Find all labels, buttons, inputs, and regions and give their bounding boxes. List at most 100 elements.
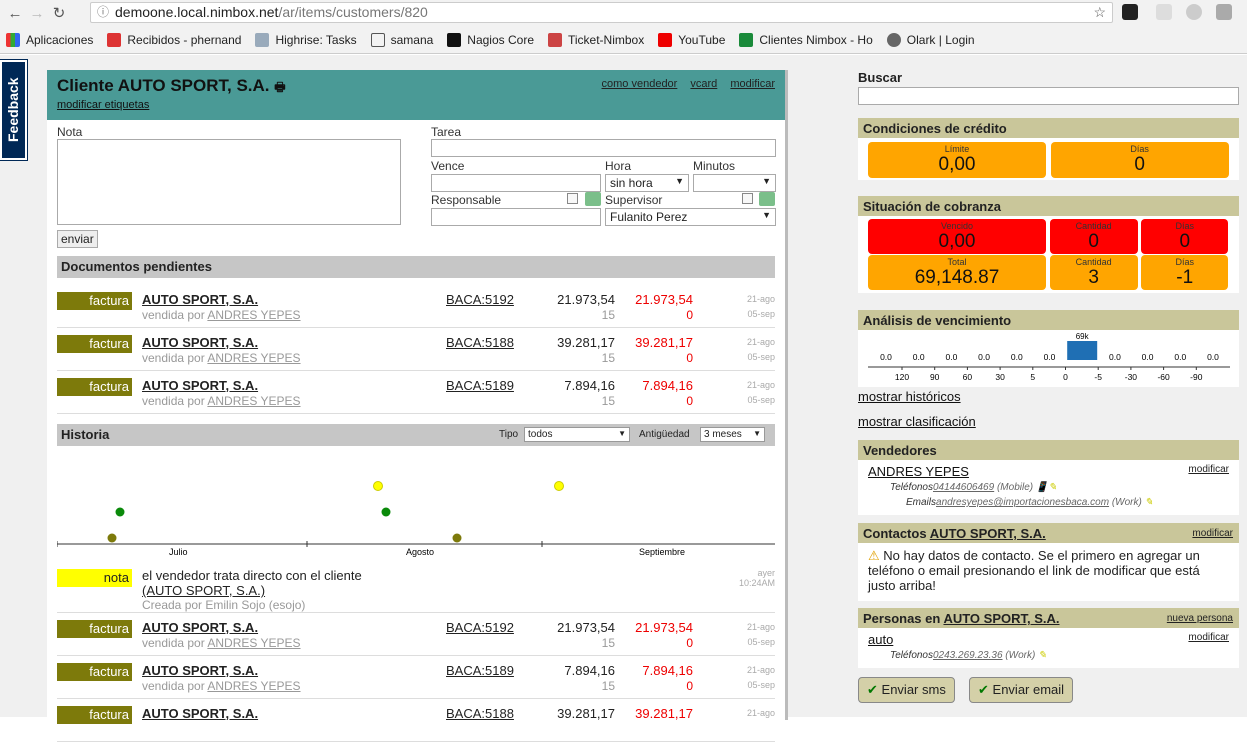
overdue-days: 0 (686, 394, 693, 408)
timeline-dot[interactable] (107, 533, 117, 543)
send-sms-button[interactable]: ✔ Enviar sms (858, 677, 955, 703)
minutes-select[interactable]: ▼ (693, 174, 776, 192)
task-input[interactable] (431, 139, 776, 157)
search-input[interactable] (858, 87, 1239, 105)
seller-link[interactable]: ANDRES YEPES (207, 636, 300, 650)
contacts-icon[interactable] (759, 192, 775, 206)
responsible-checkbox[interactable] (567, 193, 578, 204)
due-date: 05-sep (747, 637, 775, 647)
vcard-link[interactable]: vcard (690, 78, 717, 90)
customer-link[interactable]: AUTO SPORT, S.A. (142, 335, 258, 350)
document-link[interactable]: BACA:5192 (446, 620, 514, 635)
timeline-dot[interactable] (452, 533, 462, 543)
send-email-button[interactable]: ✔ Enviar email (969, 677, 1074, 703)
bookmark-clientes[interactable]: Clientes Nimbox - Ho (739, 32, 873, 47)
bookmark-gmail[interactable]: Recibidos - phernand (107, 32, 241, 47)
customer-link[interactable]: AUTO SPORT, S.A. (142, 378, 258, 393)
show-classification-link[interactable]: mostrar clasificación (858, 414, 976, 429)
aging-bar[interactable] (1067, 341, 1098, 360)
note-customer-link[interactable]: (AUTO SPORT, S.A.) (142, 583, 265, 598)
document-row[interactable]: factura AUTO SPORT, S.A. vendida por AND… (57, 285, 775, 328)
document-link[interactable]: BACA:5192 (446, 292, 514, 307)
document-row[interactable]: factura AUTO SPORT, S.A. vendida por AND… (57, 613, 775, 656)
customer-panel: Cliente AUTO SPORT, S.A. 🖶 modificar eti… (47, 70, 788, 742)
supervisor-select[interactable]: Fulanito Perez ▼ (605, 208, 776, 226)
as-seller-link[interactable]: como vendedor (602, 78, 678, 90)
print-icon[interactable]: 🖶 (274, 80, 285, 94)
customer-link[interactable]: AUTO SPORT, S.A. (142, 706, 258, 721)
seller-link[interactable]: ANDRES YEPES (207, 679, 300, 693)
timeline-dot[interactable] (381, 507, 391, 517)
bookmark-ticket[interactable]: Ticket-Nimbox (548, 32, 644, 47)
aging-tick: 90 (930, 372, 940, 382)
contacts-modify-link[interactable]: modificar (1192, 528, 1233, 539)
persons-customer-link[interactable]: AUTO SPORT, S.A. (943, 611, 1059, 626)
bookmark-samana[interactable]: samana (370, 32, 433, 47)
feedback-tab[interactable]: Feedback (0, 59, 28, 161)
seller-link[interactable]: ANDRES YEPES (207, 394, 300, 408)
timeline-dot[interactable] (373, 481, 383, 491)
edit-icon[interactable]: ✎ (1048, 482, 1056, 493)
persons-title: Personas en AUTO SPORT, S.A. nueva person… (858, 608, 1239, 628)
sheets-icon (739, 32, 754, 47)
aging-tick: 30 (995, 372, 1005, 382)
reload-icon[interactable]: ↻ (48, 4, 70, 22)
new-person-link[interactable]: nueva persona (1167, 613, 1233, 624)
seller-name-link[interactable]: ANDRES YEPES (868, 464, 969, 479)
customer-link[interactable]: AUTO SPORT, S.A. (142, 663, 258, 678)
info-icon[interactable]: ⓘ (97, 3, 109, 22)
forward-icon[interactable]: → (26, 5, 48, 22)
document-row[interactable]: factura AUTO SPORT, S.A. vendida por AND… (57, 328, 775, 371)
document-link[interactable]: BACA:5188 (446, 335, 514, 350)
seller-info: vendida por ANDRES YEPES (142, 351, 301, 365)
hour-label: Hora (605, 159, 632, 173)
skype-icon[interactable] (1186, 4, 1202, 20)
responsible-input[interactable] (431, 208, 601, 226)
extension-icon-2[interactable] (1156, 4, 1172, 20)
seller-modify-link[interactable]: modificar (1188, 464, 1229, 475)
supervisor-checkbox[interactable] (742, 193, 753, 204)
send-button[interactable]: enviar (57, 230, 98, 248)
back-icon[interactable]: ← (4, 5, 26, 22)
sellers-section: Vendedores ANDRES YEPES modificar Teléfo… (858, 440, 1239, 515)
issue-date: 21-ago (746, 665, 775, 675)
note-text: el vendedor trata directo con el cliente (142, 568, 362, 583)
bookmark-highrise[interactable]: Highrise: Tasks (255, 32, 357, 47)
edit-icon[interactable]: ✎ (1145, 497, 1153, 508)
balance: 7.894,16 (642, 663, 693, 678)
timeline-dot[interactable] (115, 507, 125, 517)
contacts-icon[interactable] (585, 192, 601, 206)
bookmark-nagios[interactable]: Nagios Core (447, 32, 534, 47)
customer-link[interactable]: AUTO SPORT, S.A. (142, 292, 258, 307)
document-row[interactable]: factura AUTO SPORT, S.A. vendida por AND… (57, 656, 775, 699)
document-link[interactable]: BACA:5189 (446, 378, 514, 393)
document-row[interactable]: factura AUTO SPORT, S.A. BACA:5188 39.28… (57, 699, 775, 742)
address-bar[interactable]: ⓘ demoone.local.nimbox.net/ar/items/cust… (90, 2, 1113, 23)
edit-tags-link[interactable]: modificar etiquetas (57, 99, 775, 111)
type-select[interactable]: todos ▼ (524, 427, 630, 442)
document-row[interactable]: factura AUTO SPORT, S.A. vendida por AND… (57, 371, 775, 414)
person-modify-link[interactable]: modificar (1188, 632, 1229, 643)
modify-link[interactable]: modificar (730, 78, 775, 90)
customer-link[interactable]: AUTO SPORT, S.A. (142, 620, 258, 635)
hour-select[interactable]: sin hora ▼ (605, 174, 689, 192)
contacts-customer-link[interactable]: AUTO SPORT, S.A. (930, 526, 1046, 541)
timeline-dot[interactable] (554, 481, 564, 491)
edit-icon[interactable]: ✎ (1038, 650, 1046, 661)
bookmark-apps[interactable]: Aplicaciones (6, 32, 93, 47)
show-history-link[interactable]: mostrar históricos (858, 389, 961, 404)
bookmark-olark[interactable]: Olark | Login (886, 32, 975, 47)
age-select[interactable]: 3 meses ▼ (700, 427, 765, 442)
bookmark-youtube[interactable]: YouTube (658, 32, 725, 47)
seller-link[interactable]: ANDRES YEPES (207, 308, 300, 322)
extension-icon[interactable] (1122, 4, 1138, 20)
note-textarea[interactable] (57, 139, 401, 225)
seller-link[interactable]: ANDRES YEPES (207, 351, 300, 365)
document-link[interactable]: BACA:5188 (446, 706, 514, 721)
history-header: Historia Tipo todos ▼ Antigüedad 3 meses ▼ (57, 424, 775, 446)
due-input[interactable] (431, 174, 601, 192)
person-name-link[interactable]: auto (868, 632, 893, 647)
download-icon[interactable] (1216, 4, 1232, 20)
star-icon[interactable]: ☆ (1093, 3, 1106, 22)
document-link[interactable]: BACA:5189 (446, 663, 514, 678)
